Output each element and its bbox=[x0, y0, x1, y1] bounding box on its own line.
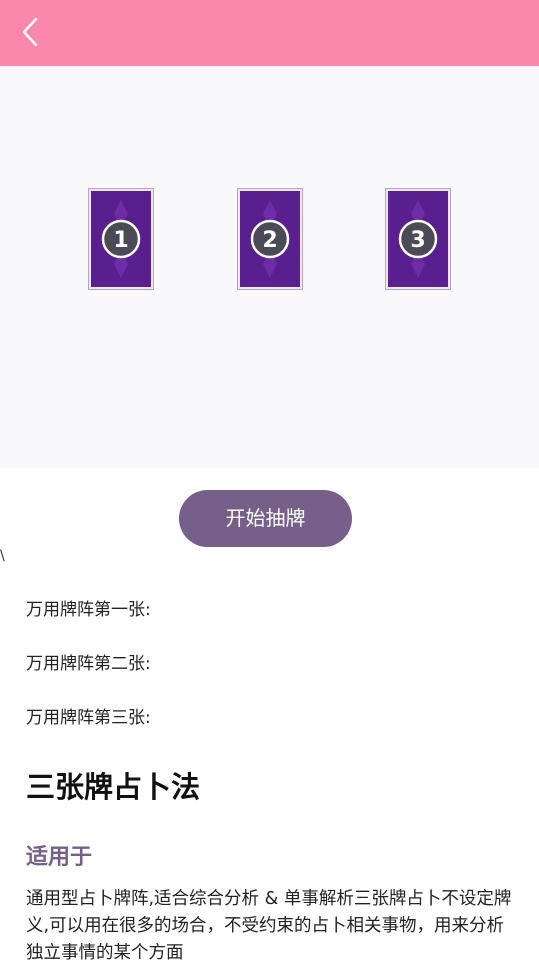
description-text: 通用型占卜牌阵,适合综合分析 & 单事解析三张牌占卜不设定牌义,可以用在很多的场… bbox=[26, 889, 512, 963]
tarot-card-2[interactable]: 2 bbox=[237, 188, 303, 290]
section-heading: 适用于 bbox=[26, 845, 93, 870]
tarot-card-3[interactable]: 3 bbox=[385, 188, 451, 290]
card-number: 1 bbox=[113, 228, 128, 253]
position-1-label: 万用牌阵第一张: bbox=[26, 600, 151, 620]
spread-title: 三张牌占卜法 bbox=[26, 770, 201, 804]
tarot-card-1[interactable]: 1 bbox=[88, 188, 154, 290]
top-app-bar bbox=[0, 0, 539, 66]
position-2-label: 万用牌阵第二张: bbox=[26, 654, 151, 674]
card-number: 2 bbox=[262, 228, 277, 253]
position-3-label: 万用牌阵第三张: bbox=[26, 708, 151, 728]
card-number: 3 bbox=[410, 228, 425, 253]
back-arrow-icon[interactable] bbox=[14, 14, 50, 50]
draw-cards-button[interactable]: 开始抽牌 bbox=[179, 490, 352, 547]
stray-mark: \ bbox=[0, 548, 5, 564]
